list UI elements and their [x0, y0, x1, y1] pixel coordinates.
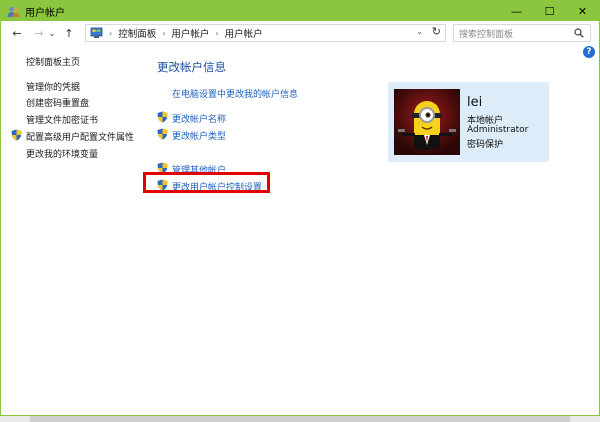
manage-file-encryption-certificates-link[interactable]: 管理文件加密证书 — [26, 113, 98, 126]
taskbar-edge — [0, 416, 600, 422]
avatar[interactable] — [394, 89, 460, 155]
breadcrumb-user-accounts[interactable]: 用户帐户 — [171, 26, 209, 40]
breadcrumb-user-accounts-current[interactable]: 用户帐户 — [225, 26, 263, 40]
recent-locations-button[interactable]: ⌄ — [47, 24, 57, 42]
uac-shield-icon — [11, 129, 23, 141]
control-panel-icon — [89, 26, 103, 40]
breadcrumb-separator: › — [162, 28, 166, 38]
refresh-icon[interactable]: ↻ — [432, 25, 441, 38]
uac-shield-icon — [157, 111, 169, 123]
change-environment-variables-link[interactable]: 更改我的环境变量 — [26, 147, 98, 160]
forward-button[interactable]: → — [31, 24, 47, 42]
pc-settings-account-link[interactable]: 在电脑设置中更改我的帐户信息 — [172, 87, 298, 100]
manage-credentials-link[interactable]: 管理你的凭据 — [26, 80, 80, 93]
account-role-label: Administrator — [467, 125, 529, 135]
page-title: 更改帐户信息 — [157, 60, 226, 74]
configure-advanced-profile-properties-link[interactable]: 配置高级用户配置文件属性 — [26, 130, 134, 143]
help-icon[interactable]: ? — [583, 46, 595, 58]
uac-shield-icon — [157, 128, 169, 140]
search-input[interactable]: 搜索控制面板 — [459, 27, 572, 40]
password-protected-label: 密码保护 — [467, 140, 504, 150]
title-bar[interactable]: 用户帐户 — ☐ ✕ — [1, 1, 599, 21]
minimize-button[interactable]: — — [500, 1, 533, 21]
navigation-bar: ← → ⌄ ↑ › 控制面板 › 用户帐户 › 用户帐户 ⌄ ↻ 搜索控制面板 — [1, 21, 599, 45]
account-card: lei 本地帐户 Administrator 密码保护 — [388, 82, 549, 162]
window-title: 用户帐户 — [25, 7, 65, 19]
maximize-button[interactable]: ☐ — [533, 1, 566, 21]
up-button[interactable]: ↑ — [61, 24, 77, 42]
search-icon[interactable] — [572, 28, 586, 38]
change-account-type-link[interactable]: 更改帐户类型 — [172, 129, 226, 142]
breadcrumb-control-panel[interactable]: 控制面板 — [118, 26, 156, 40]
highlight-box — [143, 172, 270, 193]
window-controls: — ☐ ✕ — [500, 1, 599, 21]
create-password-reset-disk-link[interactable]: 创建密码重置盘 — [26, 96, 89, 109]
breadcrumb-separator: › — [109, 28, 113, 38]
user-accounts-icon — [6, 4, 20, 18]
address-bar[interactable]: › 控制面板 › 用户帐户 › 用户帐户 ⌄ ↻ — [85, 24, 446, 42]
back-button[interactable]: ← — [9, 24, 25, 42]
address-dropdown-icon[interactable]: ⌄ — [416, 27, 423, 36]
breadcrumb-separator: › — [215, 28, 219, 38]
taskbar-edge-inner — [30, 416, 570, 422]
control-panel-home-link[interactable]: 控制面板主页 — [26, 55, 80, 68]
user-accounts-window: 用户帐户 — ☐ ✕ ← → ⌄ ↑ › 控制面板 › 用户帐户 › 用户帐户 … — [0, 0, 600, 416]
close-button[interactable]: ✕ — [566, 1, 599, 21]
search-box[interactable]: 搜索控制面板 — [453, 24, 591, 42]
account-name: lei — [467, 95, 483, 110]
change-account-name-link[interactable]: 更改帐户名称 — [172, 112, 226, 125]
